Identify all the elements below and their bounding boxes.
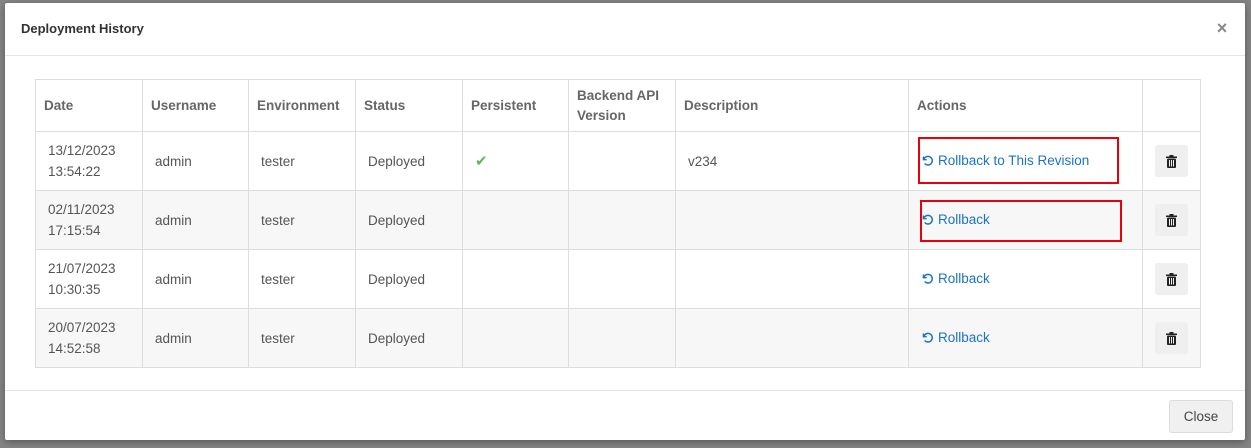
modal-header: Deployment History × — [5, 3, 1245, 56]
username-cell: admin — [142, 131, 249, 191]
date-cell: 20/07/2023 14:52:58 — [35, 308, 143, 368]
trash-icon — [1166, 154, 1177, 168]
undo-icon — [922, 273, 933, 284]
column-header-persistent: Persistent — [462, 79, 569, 132]
environment-cell: tester — [248, 131, 356, 191]
environment-cell: tester — [248, 249, 356, 309]
description-cell — [675, 249, 909, 309]
table-row: 20/07/2023 14:52:58 admin tester Deploye… — [35, 308, 1201, 368]
trash-icon — [1166, 213, 1177, 227]
status-cell: Deployed — [355, 249, 463, 309]
undo-icon — [922, 155, 933, 166]
status-cell: Deployed — [355, 190, 463, 250]
checkmark-icon: ✔ — [475, 152, 488, 170]
username-cell: admin — [142, 249, 249, 309]
column-header-date: Date — [35, 79, 143, 132]
actions-cell: Rollback — [908, 249, 1143, 309]
delete-cell — [1142, 131, 1201, 191]
deployment-history-table: Date Username Environment Status Persist… — [35, 79, 1201, 368]
rollback-link[interactable]: Rollback — [921, 327, 990, 348]
table-row: 02/11/2023 17:15:54 admin tester Deploye… — [35, 190, 1201, 250]
column-header-environment: Environment — [248, 79, 356, 132]
time-text: 14:52:58 — [48, 341, 101, 356]
description-cell — [675, 190, 909, 250]
backend-api-version-cell — [568, 308, 676, 368]
column-header-backend-api-version: Backend API Version — [568, 79, 676, 132]
rollback-label: Rollback — [938, 329, 990, 345]
backend-api-version-cell — [568, 249, 676, 309]
date-cell: 21/07/2023 10:30:35 — [35, 249, 143, 309]
table-row: 13/12/2023 13:54:22 admin tester Deploye… — [35, 131, 1201, 191]
date-cell: 13/12/2023 13:54:22 — [35, 131, 143, 191]
username-cell: admin — [142, 190, 249, 250]
delete-button[interactable] — [1155, 322, 1188, 354]
date-text: 13/12/2023 — [48, 143, 116, 158]
delete-button[interactable] — [1155, 204, 1188, 236]
trash-icon — [1166, 331, 1177, 345]
actions-cell: Rollback to This Revision — [908, 131, 1143, 191]
rollback-link[interactable]: Rollback — [921, 268, 990, 289]
rollback-link[interactable]: Rollback — [921, 209, 990, 230]
rollback-label: Rollback to This Revision — [938, 152, 1090, 168]
backend-api-version-cell — [568, 131, 676, 191]
environment-cell: tester — [248, 190, 356, 250]
trash-icon — [1166, 272, 1177, 286]
modal-body: Date Username Environment Status Persist… — [35, 79, 1201, 368]
undo-icon — [922, 214, 933, 225]
rollback-label: Rollback — [938, 270, 990, 286]
environment-cell: tester — [248, 308, 356, 368]
persistent-cell — [462, 308, 569, 368]
column-header-delete — [1142, 79, 1201, 132]
date-text: 21/07/2023 — [48, 261, 116, 276]
column-header-status: Status — [355, 79, 463, 132]
column-header-username: Username — [142, 79, 249, 132]
date-text: 20/07/2023 — [48, 320, 116, 335]
rollback-label: Rollback — [938, 211, 990, 227]
description-cell — [675, 308, 909, 368]
persistent-cell — [462, 190, 569, 250]
column-header-actions: Actions — [908, 79, 1143, 132]
persistent-cell: ✔ — [462, 131, 569, 191]
deployment-history-modal: Deployment History × Date Username Envir… — [5, 3, 1245, 440]
status-cell: Deployed — [355, 131, 463, 191]
delete-cell — [1142, 190, 1201, 250]
modal-footer: Close — [5, 390, 1245, 440]
description-cell: v234 — [675, 131, 909, 191]
modal-title: Deployment History — [21, 21, 144, 36]
actions-cell: Rollback — [908, 308, 1143, 368]
status-cell: Deployed — [355, 308, 463, 368]
delete-cell — [1142, 308, 1201, 368]
delete-button[interactable] — [1155, 145, 1188, 177]
username-cell: admin — [142, 308, 249, 368]
backend-api-version-cell — [568, 190, 676, 250]
delete-cell — [1142, 249, 1201, 309]
actions-cell: Rollback — [908, 190, 1143, 250]
column-header-description: Description — [675, 79, 909, 132]
delete-button[interactable] — [1155, 263, 1188, 295]
date-text: 02/11/2023 — [48, 202, 115, 217]
date-cell: 02/11/2023 17:15:54 — [35, 190, 143, 250]
rollback-to-revision-link[interactable]: Rollback to This Revision — [921, 150, 1089, 171]
close-icon[interactable]: × — [1213, 19, 1231, 37]
time-text: 10:30:35 — [48, 282, 101, 297]
table-row: 21/07/2023 10:30:35 admin tester Deploye… — [35, 249, 1201, 309]
persistent-cell — [462, 249, 569, 309]
time-text: 13:54:22 — [48, 164, 101, 179]
time-text: 17:15:54 — [48, 223, 101, 238]
table-header-row: Date Username Environment Status Persist… — [35, 79, 1201, 132]
close-button[interactable]: Close — [1169, 400, 1233, 433]
undo-icon — [922, 332, 933, 343]
